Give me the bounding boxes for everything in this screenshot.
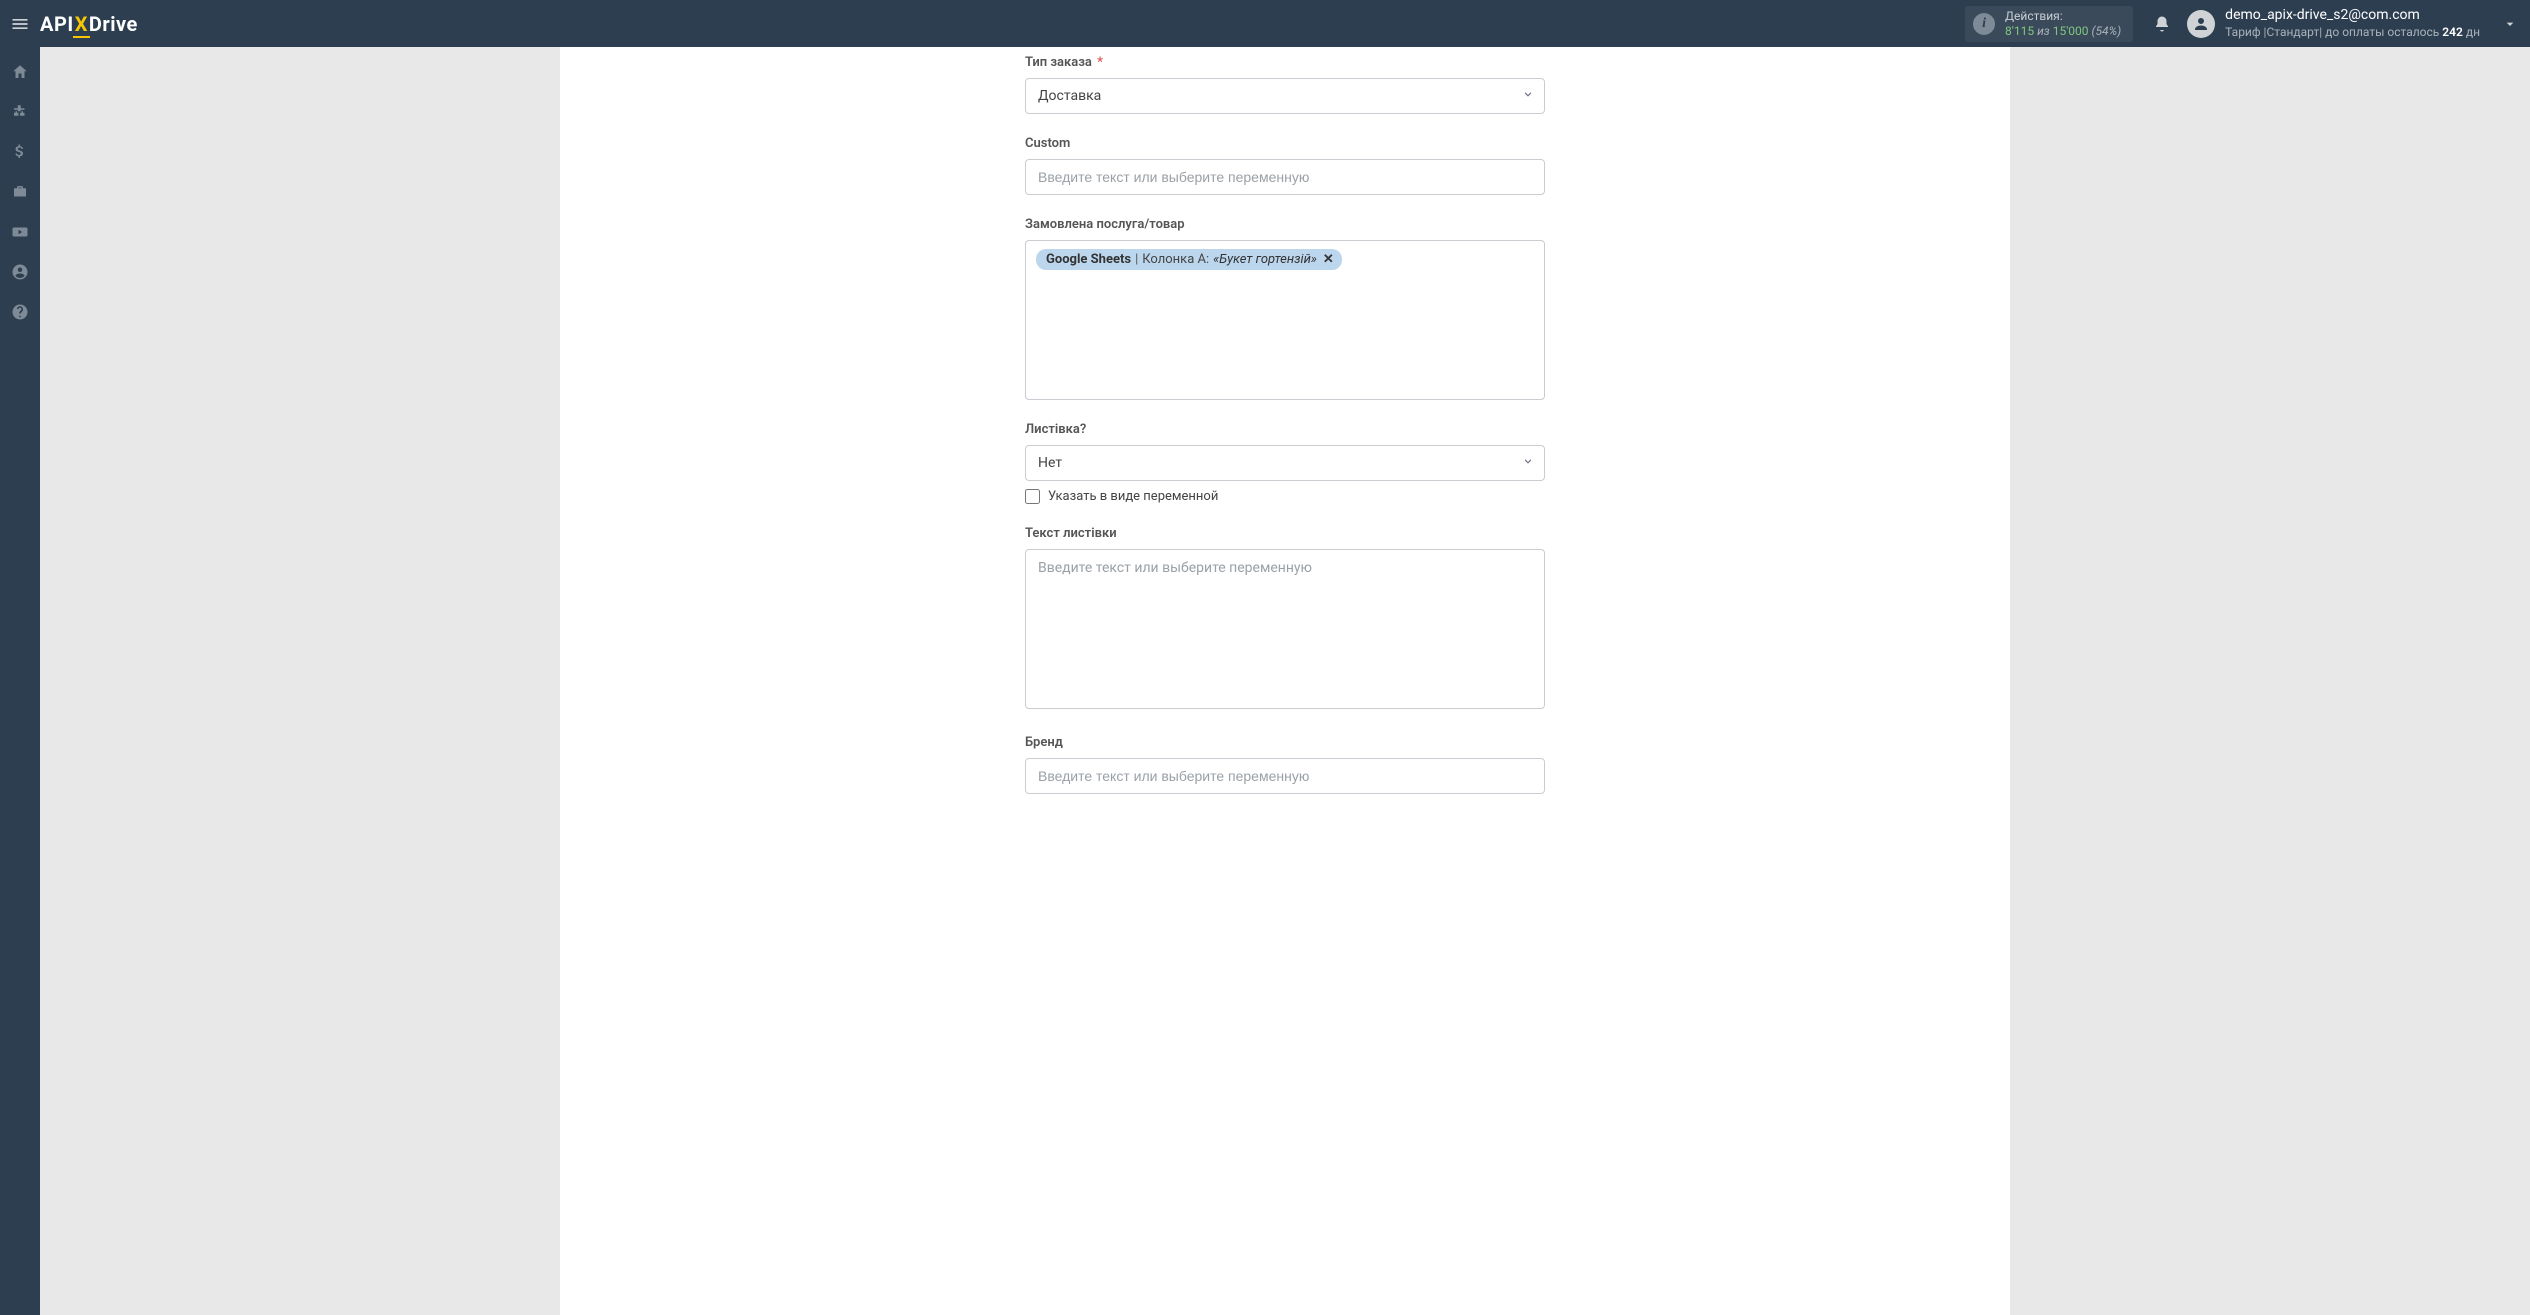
home-icon	[11, 63, 29, 81]
chip-source: Google Sheets	[1046, 252, 1131, 267]
usage-counter[interactable]: i Действия: 8'115 из 15'000 (54%)	[1965, 6, 2133, 42]
usage-of-word: из	[2037, 24, 2050, 38]
postcard-variable-checkbox-row[interactable]: Указать в виде переменной	[1025, 489, 1545, 504]
field-brand: Бренд	[1025, 735, 1545, 794]
required-mark: *	[1097, 55, 1103, 70]
custom-input[interactable]	[1025, 159, 1545, 195]
field-postcard: Листівка? Нет Указать в виде переменной	[1025, 422, 1545, 504]
field-order-type: Тип заказа * Доставка	[1025, 55, 1545, 114]
sidebar-item-home[interactable]	[9, 61, 31, 83]
info-icon: i	[1973, 13, 1995, 35]
logo-text-api: API	[40, 12, 74, 36]
plan-days: 242	[2442, 25, 2463, 39]
variable-chip: Google Sheets | Колонка A: «Букет гортен…	[1036, 249, 1342, 270]
hamburger-icon	[10, 14, 30, 34]
user-circle-icon	[11, 263, 29, 281]
field-ordered-service: Замовлена послуга/товар Google Sheets | …	[1025, 217, 1545, 400]
sidebar-item-video[interactable]	[9, 221, 31, 243]
sidebar-item-help[interactable]	[9, 301, 31, 323]
select-value: Доставка	[1025, 78, 1545, 114]
plan-prefix: Тариф |Стандарт| до оплаты осталось	[2225, 25, 2442, 39]
sidebar-item-billing[interactable]	[9, 141, 31, 163]
ordered-tag-area[interactable]: Google Sheets | Колонка A: «Букет гортен…	[1025, 240, 1545, 400]
postcard-text-input[interactable]	[1025, 549, 1545, 709]
field-custom: Custom	[1025, 136, 1545, 195]
label-text: Тип заказа	[1025, 55, 1092, 70]
user-plan: Тариф |Стандарт| до оплаты осталось 242 …	[2225, 25, 2480, 40]
field-label: Замовлена послуга/товар	[1025, 217, 1545, 232]
chip-value: «Букет гортензій»	[1213, 252, 1317, 267]
logo-text-x: X	[75, 12, 88, 36]
usage-total: 15'000	[2053, 24, 2089, 38]
chip-column: Колонка A:	[1142, 252, 1209, 267]
postcard-variable-checkbox[interactable]	[1025, 489, 1040, 504]
question-circle-icon	[11, 303, 29, 321]
chevron-down-icon	[2502, 16, 2518, 32]
sidebar-item-connections[interactable]	[9, 101, 31, 123]
user-menu[interactable]: demo_apix-drive_s2@com.com Тариф |Станда…	[2187, 7, 2480, 40]
bell-icon	[2153, 15, 2171, 33]
logo-text-drive: Drive	[89, 12, 138, 36]
usage-values: 8'115 из 15'000 (54%)	[2005, 24, 2121, 38]
brand-input[interactable]	[1025, 758, 1545, 794]
sidebar	[0, 47, 40, 1315]
avatar	[2187, 10, 2215, 38]
user-icon	[2192, 15, 2210, 33]
field-label: Бренд	[1025, 735, 1545, 750]
postcard-select[interactable]: Нет	[1025, 445, 1545, 481]
dollar-icon	[11, 143, 29, 161]
select-value: Нет	[1025, 445, 1545, 481]
chip-separator: |	[1135, 252, 1138, 267]
checkbox-label: Указать в виде переменной	[1048, 489, 1218, 504]
user-email: demo_apix-drive_s2@com.com	[2225, 7, 2480, 25]
youtube-icon	[11, 223, 29, 241]
user-text: demo_apix-drive_s2@com.com Тариф |Станда…	[2225, 7, 2480, 40]
user-menu-expand[interactable]	[2498, 16, 2522, 32]
form-panel: Тип заказа * Доставка Custom Замовлена п…	[560, 47, 2010, 1315]
order-type-select[interactable]: Доставка	[1025, 78, 1545, 114]
field-label: Custom	[1025, 136, 1545, 151]
menu-toggle-button[interactable]	[0, 0, 40, 47]
field-label: Листівка?	[1025, 422, 1545, 437]
plan-suffix: дн	[2463, 25, 2480, 39]
workspace: Тип заказа * Доставка Custom Замовлена п…	[40, 47, 2530, 1315]
usage-text: Действия: 8'115 из 15'000 (54%)	[2005, 9, 2121, 38]
field-label: Текст листівки	[1025, 526, 1545, 541]
form: Тип заказа * Доставка Custom Замовлена п…	[1025, 47, 1545, 794]
notifications-button[interactable]	[2147, 15, 2177, 33]
sitemap-icon	[11, 103, 29, 121]
field-label: Тип заказа *	[1025, 55, 1545, 70]
app-header: APIXDrive i Действия: 8'115 из 15'000 (5…	[0, 0, 2530, 47]
usage-used: 8'115	[2005, 24, 2034, 38]
chip-remove-button[interactable]: ✕	[1323, 252, 1334, 267]
main-layout: Тип заказа * Доставка Custom Замовлена п…	[0, 47, 2530, 1315]
sidebar-item-account[interactable]	[9, 261, 31, 283]
app-logo: APIXDrive	[40, 12, 138, 36]
usage-pct: (54%)	[2092, 24, 2122, 38]
briefcase-icon	[11, 183, 29, 201]
usage-label: Действия:	[2005, 9, 2121, 23]
sidebar-item-tools[interactable]	[9, 181, 31, 203]
field-postcard-text: Текст листівки	[1025, 526, 1545, 713]
